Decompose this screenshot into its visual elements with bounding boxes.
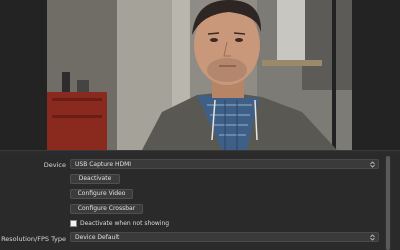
resolution-fps-type-select[interactable]: Device Default	[70, 232, 379, 242]
video-preview-area	[0, 0, 400, 150]
device-select-value: USB Capture HDMI	[75, 161, 132, 168]
up-down-chevron-icon	[370, 161, 375, 168]
deactivate-button[interactable]: Deactivate	[70, 174, 120, 184]
device-select[interactable]: USB Capture HDMI	[70, 159, 379, 169]
source-properties-window: Device USB Capture HDMI Deactivate Confi…	[0, 0, 400, 250]
camera-preview	[47, 0, 352, 150]
properties-scrollbar[interactable]	[385, 156, 391, 250]
scrollbar-thumb[interactable]	[386, 156, 390, 250]
configure-video-button[interactable]: Configure Video	[70, 189, 133, 199]
configure-crossbar-button[interactable]: Configure Crossbar	[70, 204, 143, 214]
resolution-fps-type-label: Resolution/FPS Type	[1, 235, 66, 243]
resolution-fps-type-value: Device Default	[75, 234, 120, 241]
deactivate-when-not-showing-checkbox[interactable]	[70, 220, 77, 227]
deactivate-when-not-showing-label: Deactivate when not showing	[80, 220, 170, 227]
up-down-chevron-icon	[370, 234, 375, 241]
device-label: Device	[43, 161, 66, 169]
